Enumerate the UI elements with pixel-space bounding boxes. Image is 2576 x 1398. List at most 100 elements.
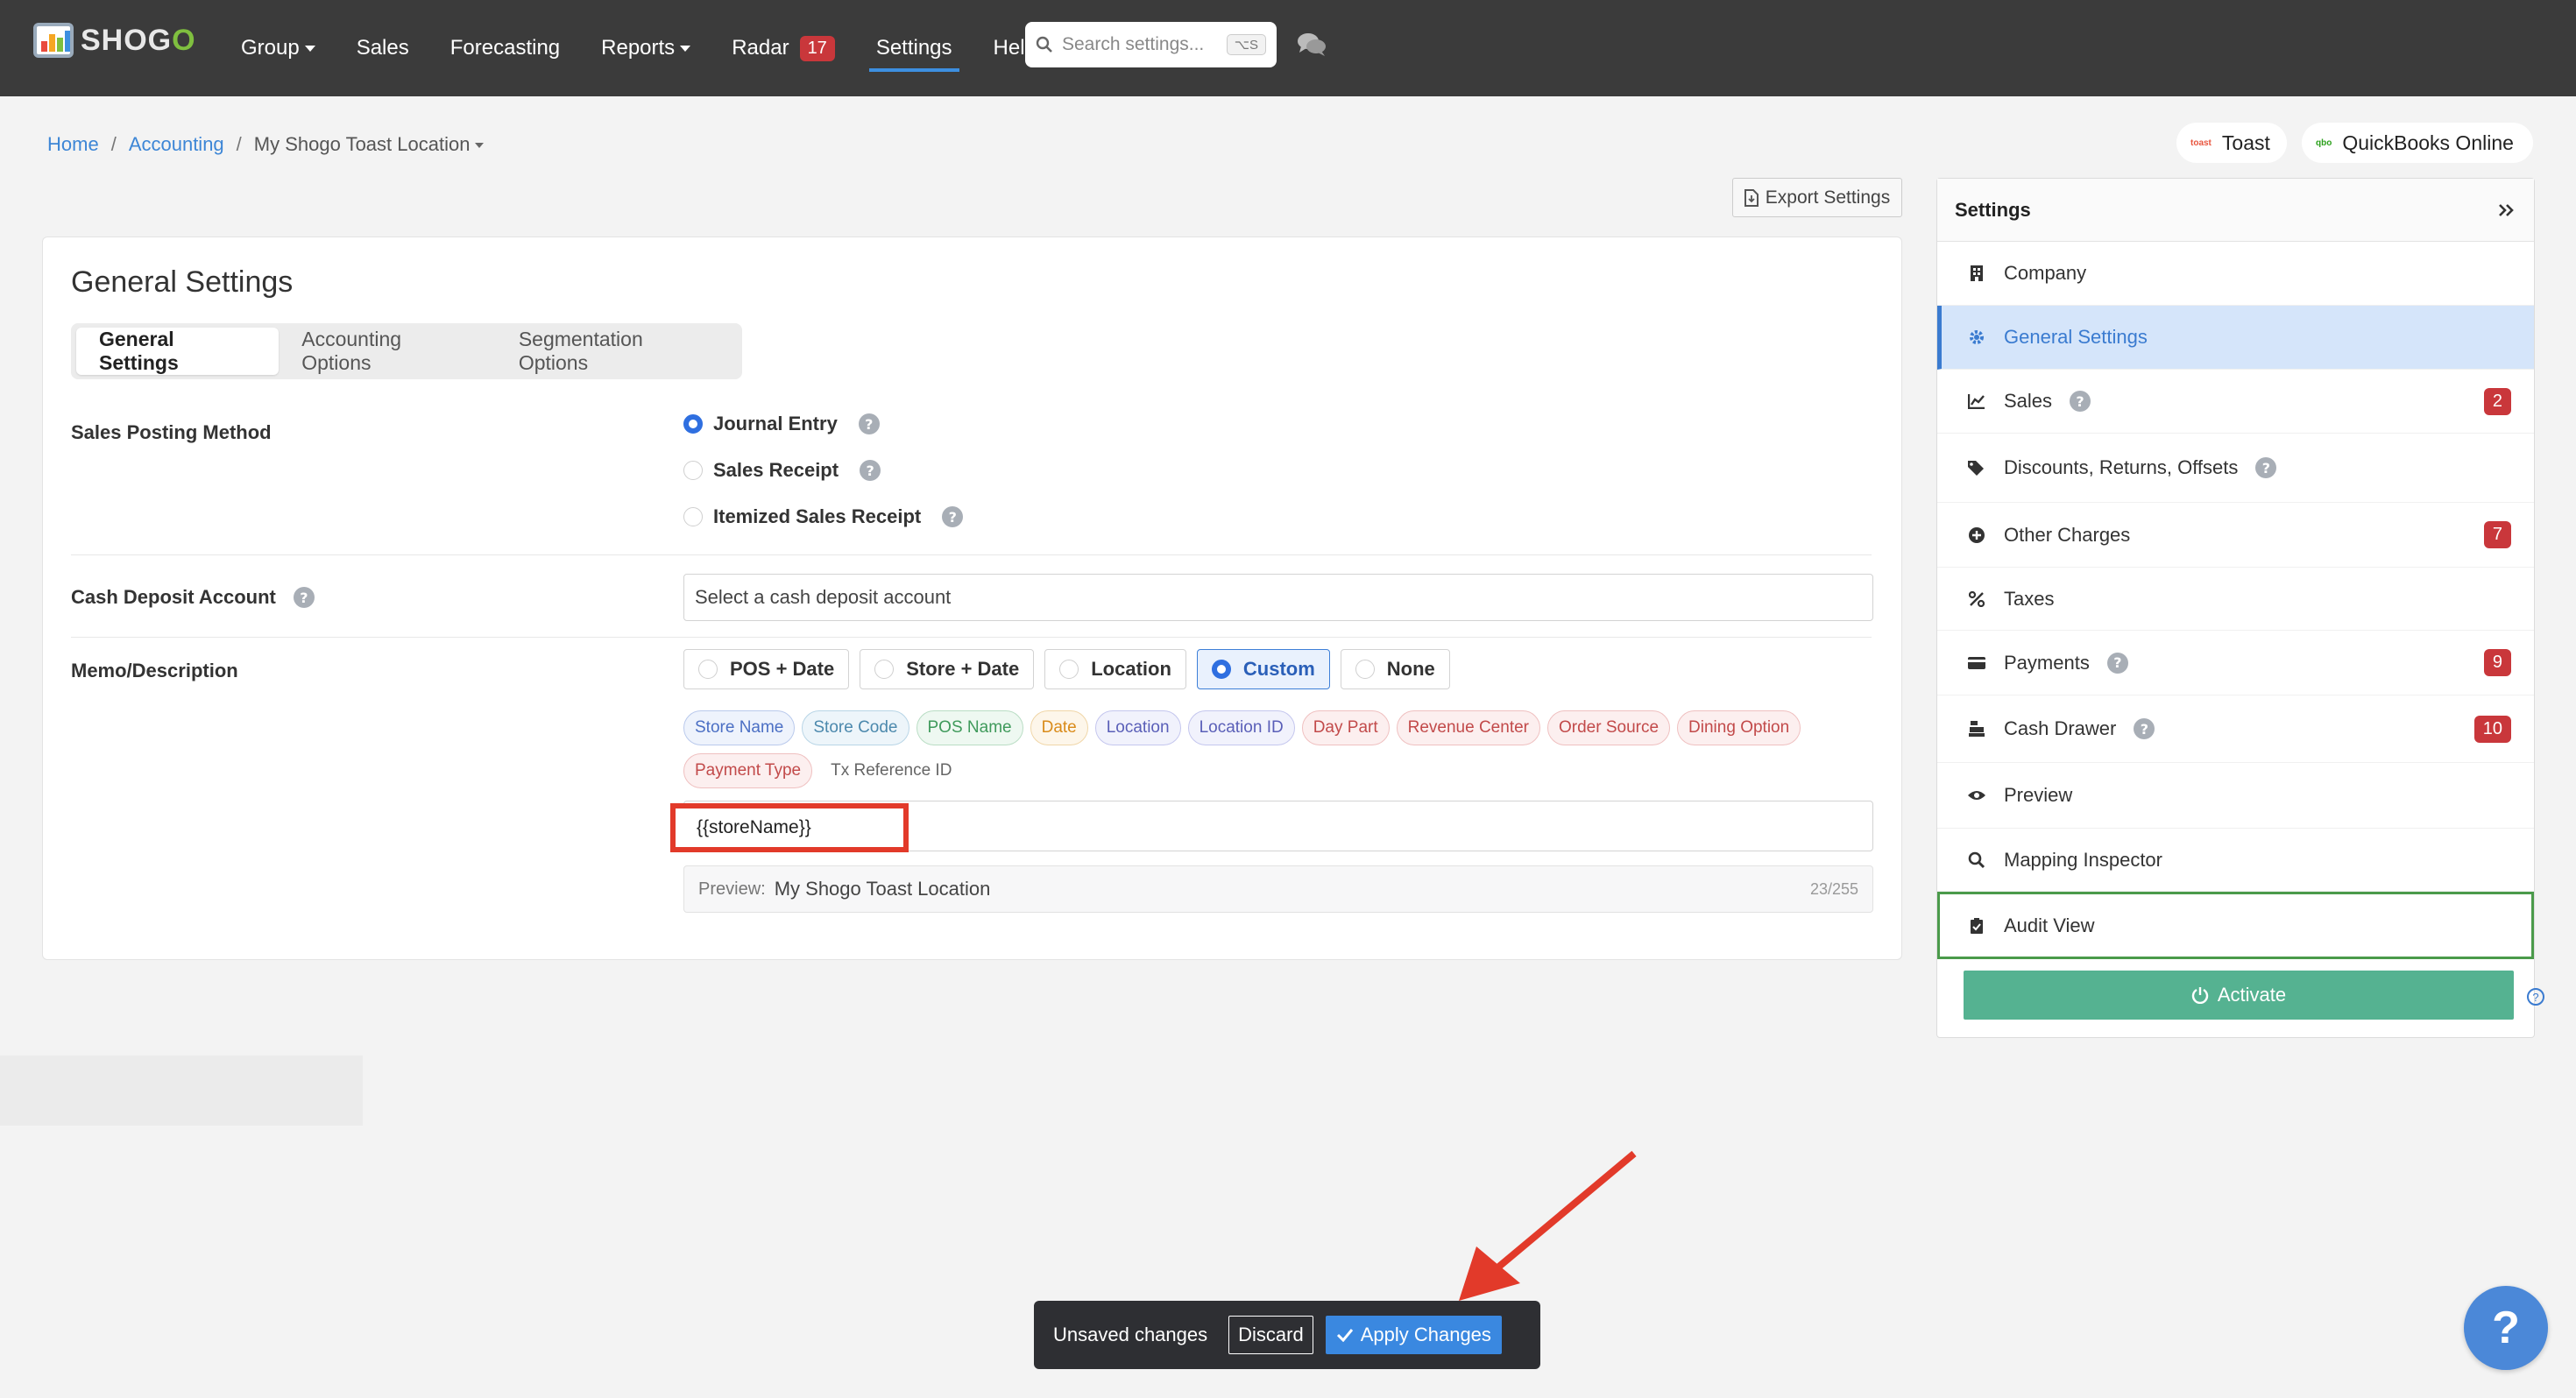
sidebar-item-discounts[interactable]: Discounts, Returns, Offsets ?	[1937, 434, 2534, 503]
cash-drawer-count-badge: 10	[2473, 715, 2511, 743]
help-icon[interactable]: ?	[858, 413, 880, 434]
memo-option-store-date[interactable]: Store + Date	[860, 649, 1035, 689]
cash-deposit-account-label: Cash Deposit Account ?	[71, 586, 315, 609]
radio-checked[interactable]	[683, 414, 703, 434]
divider	[71, 554, 1872, 555]
memo-preview: Preview: My Shogo Toast Location 23/255	[683, 865, 1873, 913]
unsaved-changes-bar: Unsaved changes Discard Apply Changes	[1034, 1301, 1540, 1369]
sidebar-item-sales[interactable]: Sales ? 2	[1937, 370, 2534, 434]
power-icon	[2191, 987, 2209, 1004]
radio-unchecked[interactable]	[683, 507, 703, 526]
sales-count-badge: 2	[2483, 387, 2511, 415]
percent-icon	[1967, 590, 1986, 609]
help-chat-button[interactable]: ?	[2464, 1286, 2548, 1370]
help-icon[interactable]: ?	[293, 587, 315, 608]
search-placeholder: Search settings...	[1062, 34, 1205, 54]
sidebar-item-taxes[interactable]: Taxes	[1937, 568, 2534, 631]
radio-sales-receipt[interactable]: Sales Receipt ?	[683, 459, 881, 482]
chip-pos-name[interactable]: POS Name	[916, 710, 1023, 745]
checkmark-icon	[1336, 1329, 1353, 1342]
logo-text: SHOGO	[81, 23, 196, 57]
activate-button[interactable]: Activate	[1964, 971, 2514, 1020]
memo-option-location[interactable]: Location	[1044, 649, 1186, 689]
top-navbar: SHOGO Group Sales Forecasting Reports Ra…	[0, 0, 2576, 96]
tab-segmentation-options[interactable]: Segmentation Options	[496, 328, 737, 375]
location-selector[interactable]: My Shogo Toast Location	[254, 133, 485, 156]
divider	[71, 637, 1872, 638]
sidebar-item-general-settings[interactable]: General Settings	[1937, 306, 2534, 370]
settings-search-input[interactable]: Search settings... ⌥S	[1025, 22, 1277, 67]
memo-token-chips: Store Name Store Code POS Name Date Loca…	[683, 710, 1873, 745]
help-icon[interactable]: ?	[2134, 718, 2155, 739]
chip-dining-option[interactable]: Dining Option	[1677, 710, 1801, 745]
chip-day-part[interactable]: Day Part	[1301, 710, 1390, 745]
page-title: General Settings	[71, 265, 294, 299]
sidebar-item-payments[interactable]: Payments ? 9	[1937, 631, 2534, 695]
nav-reports[interactable]: Reports	[601, 0, 691, 96]
collapse-chevrons-icon[interactable]	[2497, 202, 2516, 218]
breadcrumb-home[interactable]: Home	[47, 133, 99, 156]
nav-forecasting[interactable]: Forecasting	[450, 0, 560, 96]
memo-option-none[interactable]: None	[1340, 649, 1450, 689]
chip-date[interactable]: Date	[1030, 710, 1088, 745]
radar-count-badge: 17	[799, 35, 835, 61]
chip-store-name[interactable]: Store Name	[683, 710, 796, 745]
nav-sales[interactable]: Sales	[357, 0, 409, 96]
chip-order-source[interactable]: Order Source	[1547, 710, 1671, 745]
general-settings-card: General Settings General Settings Accoun…	[42, 237, 1902, 960]
sidebar-item-company[interactable]: Company	[1937, 242, 2534, 306]
caret-down-icon	[475, 143, 485, 149]
tab-general-settings[interactable]: General Settings	[76, 328, 280, 375]
activate-help-icon[interactable]: ?	[2527, 988, 2544, 1006]
search-icon	[1967, 851, 1986, 870]
help-icon[interactable]: ?	[942, 506, 964, 527]
discard-button[interactable]: Discard	[1228, 1316, 1313, 1354]
toast-logo-icon: toast	[2190, 138, 2212, 148]
export-settings-button[interactable]: Export Settings	[1732, 178, 1902, 217]
sidebar-item-cash-drawer[interactable]: Cash Drawer ? 10	[1937, 695, 2534, 763]
sidebar-item-other-charges[interactable]: Other Charges 7	[1937, 503, 2534, 568]
breadcrumb-accounting[interactable]: Accounting	[129, 133, 224, 156]
memo-option-custom[interactable]: Custom	[1196, 649, 1330, 689]
credit-card-icon	[1967, 653, 1986, 673]
nav-menu: Group Sales Forecasting Reports Radar 17 …	[241, 0, 1078, 96]
chip-store-code[interactable]: Store Code	[802, 710, 909, 745]
background-panel	[0, 1056, 363, 1126]
help-icon[interactable]: ?	[860, 460, 881, 481]
memo-token-chips-row2: Payment Type Tx Reference ID	[683, 753, 1873, 788]
shogo-logo[interactable]: SHOGO	[33, 23, 196, 58]
radio-itemized-sales-receipt[interactable]: Itemized Sales Receipt ?	[683, 505, 964, 528]
help-icon[interactable]: ?	[2070, 391, 2091, 412]
chip-revenue-center[interactable]: Revenue Center	[1396, 710, 1540, 745]
breadcrumb: Home / Accounting / My Shogo Toast Locat…	[47, 133, 485, 156]
chip-location-id[interactable]: Location ID	[1187, 710, 1295, 745]
help-icon[interactable]: ?	[2106, 652, 2128, 674]
caret-down-icon	[304, 45, 315, 52]
nav-radar[interactable]: Radar 17	[732, 0, 835, 96]
search-icon	[1036, 36, 1052, 53]
template-value-annotation[interactable]: {{storeName}}	[670, 803, 909, 852]
tags-icon	[1967, 458, 1986, 477]
chip-payment-type[interactable]: Payment Type	[683, 753, 813, 788]
radio-journal-entry[interactable]: Journal Entry ?	[683, 413, 880, 435]
memo-template-value: {{storeName}}	[697, 817, 811, 837]
sidebar-item-preview[interactable]: Preview	[1937, 763, 2534, 829]
chip-location[interactable]: Location	[1094, 710, 1181, 745]
tab-accounting-options[interactable]: Accounting Options	[279, 328, 496, 375]
nav-group[interactable]: Group	[241, 0, 315, 96]
radio-unchecked[interactable]	[683, 461, 703, 480]
cash-deposit-account-select[interactable]: Select a cash deposit account	[683, 574, 1873, 621]
memo-option-pos-date[interactable]: POS + Date	[683, 649, 850, 689]
annotation-arrow-icon	[1459, 1150, 1637, 1301]
apply-changes-button[interactable]: Apply Changes	[1325, 1316, 1502, 1354]
toast-integration-pill[interactable]: toast Toast	[2176, 123, 2287, 163]
nav-settings[interactable]: Settings	[868, 0, 959, 96]
sidebar-item-audit-view[interactable]: Audit View	[1937, 892, 2534, 959]
sidebar-item-mapping-inspector[interactable]: Mapping Inspector	[1937, 829, 2534, 892]
help-icon[interactable]: ?	[2255, 457, 2277, 478]
other-charges-count-badge: 7	[2483, 521, 2511, 548]
quickbooks-integration-pill[interactable]: qbo QuickBooks Online	[2302, 123, 2533, 163]
quickbooks-logo-icon: qbo	[2316, 138, 2332, 148]
chip-tx-reference-id[interactable]: Tx Reference ID	[819, 753, 963, 788]
chat-bubbles-icon[interactable]	[1297, 32, 1327, 58]
